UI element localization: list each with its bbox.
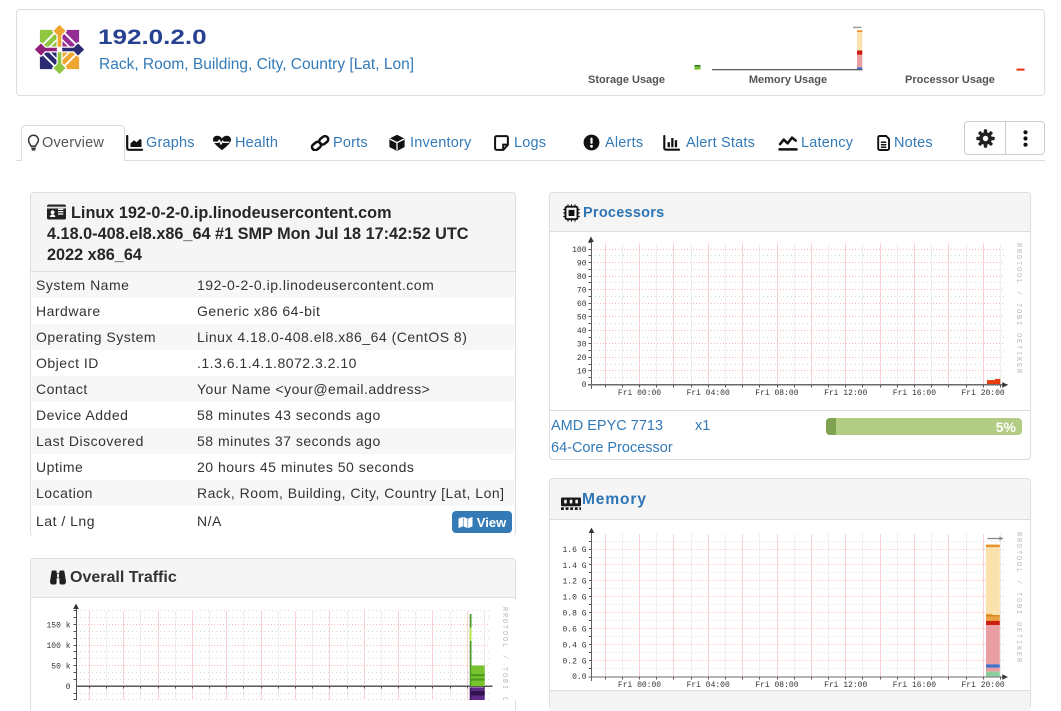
svg-text:Storage Usage: Storage Usage xyxy=(588,74,665,86)
svg-text:Memory Usage: Memory Usage xyxy=(749,74,827,86)
svg-text:Processor Usage: Processor Usage xyxy=(905,74,995,86)
